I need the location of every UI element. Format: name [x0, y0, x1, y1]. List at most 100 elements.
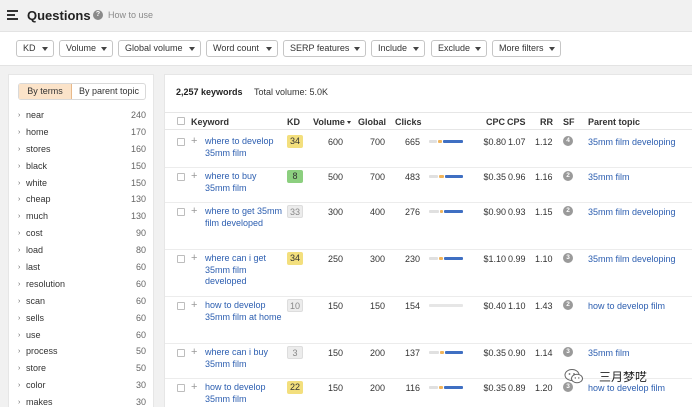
chevron-right-icon: ›: [18, 314, 21, 322]
add-to-list-icon[interactable]: +: [191, 135, 197, 147]
term-item[interactable]: › resolution 60: [9, 277, 155, 294]
row-checkbox[interactable]: [177, 255, 185, 263]
rr-value: 1.20: [535, 383, 553, 393]
term-item[interactable]: › cheap 130: [9, 192, 155, 209]
parent-topic-link[interactable]: 35mm film developing: [588, 137, 676, 147]
filter-label: SERP features: [290, 43, 350, 53]
filter-word-count-button[interactable]: Word count: [206, 40, 278, 57]
tab-by-parent-topic[interactable]: By parent topic: [73, 84, 145, 99]
rr-value: 1.15: [535, 207, 553, 217]
term-item[interactable]: › much 130: [9, 209, 155, 226]
clicks-value: 154: [404, 301, 420, 311]
filter-include-button[interactable]: Include: [371, 40, 425, 57]
serp-features-badge[interactable]: 2: [563, 300, 573, 310]
select-all-checkbox[interactable]: [177, 117, 185, 125]
term-label: white: [26, 177, 48, 188]
term-item[interactable]: › black 150: [9, 159, 155, 176]
row-checkbox[interactable]: [177, 138, 185, 146]
filter-label: More filters: [499, 43, 544, 53]
term-count: 80: [135, 245, 146, 256]
term-item[interactable]: › use 60: [9, 328, 155, 345]
term-item[interactable]: › load 80: [9, 243, 155, 260]
clicks-sparkbar: [429, 257, 463, 260]
serp-features-badge[interactable]: 4: [563, 136, 573, 146]
keyword-link[interactable]: where to develop 35mm film: [205, 136, 283, 159]
filter-volume-button[interactable]: Volume: [59, 40, 113, 57]
keyword-link[interactable]: how to develop 35mm film: [205, 382, 283, 405]
cpc-value: $0.35: [483, 383, 506, 393]
kd-badge: 8: [287, 170, 303, 183]
row-checkbox[interactable]: [177, 384, 185, 392]
serp-features-badge[interactable]: 2: [563, 206, 573, 216]
serp-features-badge[interactable]: 2: [563, 171, 573, 181]
row-checkbox[interactable]: [177, 173, 185, 181]
column-clicks[interactable]: Clicks: [395, 117, 422, 127]
chevron-right-icon: ›: [18, 247, 21, 255]
serp-features-badge[interactable]: 3: [563, 253, 573, 263]
keyword-link[interactable]: where can i buy 35mm film: [205, 347, 283, 370]
column-kd[interactable]: KD: [287, 117, 300, 127]
more-filters-button[interactable]: More filters: [492, 40, 561, 57]
parent-topic-link[interactable]: 35mm film: [588, 348, 630, 358]
add-to-list-icon[interactable]: +: [191, 299, 197, 311]
filter-global-volume-button[interactable]: Global volume: [118, 40, 201, 57]
term-item[interactable]: › makes 30: [9, 395, 155, 407]
add-to-list-icon[interactable]: +: [191, 381, 197, 393]
term-item[interactable]: › color 30: [9, 378, 155, 395]
term-item[interactable]: › white 150: [9, 176, 155, 193]
term-item[interactable]: › store 50: [9, 361, 155, 378]
column-global[interactable]: Global: [358, 117, 386, 127]
chevron-right-icon: ›: [18, 264, 21, 272]
filter-kd-button[interactable]: KD: [16, 40, 54, 57]
cpc-value: $0.80: [483, 137, 506, 147]
keyword-link[interactable]: where to buy 35mm film: [205, 171, 283, 194]
tab-by-terms[interactable]: By terms: [19, 84, 72, 99]
chevron-right-icon: ›: [18, 179, 21, 187]
how-to-use-link[interactable]: How to use: [108, 10, 153, 20]
column-cpc[interactable]: CPC: [486, 117, 505, 127]
add-to-list-icon[interactable]: +: [191, 205, 197, 217]
filter-exclude-button[interactable]: Exclude: [431, 40, 487, 57]
total-volume: Total volume: 5.0K: [254, 87, 329, 97]
hamburger-menu-icon[interactable]: [7, 10, 18, 20]
parent-topic-link[interactable]: 35mm film: [588, 172, 630, 182]
volume-value: 150: [327, 383, 343, 393]
term-item[interactable]: › cost 90: [9, 226, 155, 243]
term-count: 60: [135, 312, 146, 323]
row-checkbox[interactable]: [177, 349, 185, 357]
parent-topic-link[interactable]: how to develop film: [588, 301, 665, 311]
column-keyword[interactable]: Keyword: [191, 117, 229, 127]
term-item[interactable]: › near 240: [9, 108, 155, 125]
column-sf[interactable]: SF: [563, 117, 575, 127]
add-to-list-icon[interactable]: +: [191, 346, 197, 358]
row-checkbox[interactable]: [177, 208, 185, 216]
question-circle-icon[interactable]: ?: [93, 10, 103, 20]
add-to-list-icon[interactable]: +: [191, 252, 197, 264]
filter-serp-features-button[interactable]: SERP features: [283, 40, 366, 57]
serp-features-badge[interactable]: 3: [563, 347, 573, 357]
clicks-sparkbar: [429, 304, 463, 307]
term-label: near: [26, 110, 45, 120]
chevron-down-icon: [189, 47, 195, 51]
row-checkbox[interactable]: [177, 302, 185, 310]
term-item[interactable]: › home 170: [9, 125, 155, 142]
keyword-link[interactable]: how to develop 35mm film at home: [205, 300, 283, 323]
term-item[interactable]: › scan 60: [9, 294, 155, 311]
kd-badge: 3: [287, 346, 303, 359]
column-parent-topic[interactable]: Parent topic: [588, 117, 640, 127]
column-volume-label: Volume: [313, 117, 345, 127]
term-item[interactable]: › stores 160: [9, 142, 155, 159]
column-volume[interactable]: Volume: [313, 117, 351, 127]
add-to-list-icon[interactable]: +: [191, 170, 197, 182]
parent-topic-link[interactable]: 35mm film developing: [588, 207, 676, 217]
keyword-link[interactable]: where to get 35mm film developed: [205, 206, 283, 229]
column-rr[interactable]: RR: [540, 117, 553, 127]
column-cps[interactable]: CPS: [507, 117, 526, 127]
keyword-link[interactable]: where can i get 35mm film developed: [205, 253, 283, 288]
term-label: makes: [26, 397, 53, 407]
term-item[interactable]: › process 50: [9, 344, 155, 361]
term-item[interactable]: › sells 60: [9, 311, 155, 328]
term-item[interactable]: › last 60: [9, 260, 155, 277]
parent-topic-link[interactable]: 35mm film developing: [588, 254, 676, 264]
term-label: load: [26, 245, 44, 256]
